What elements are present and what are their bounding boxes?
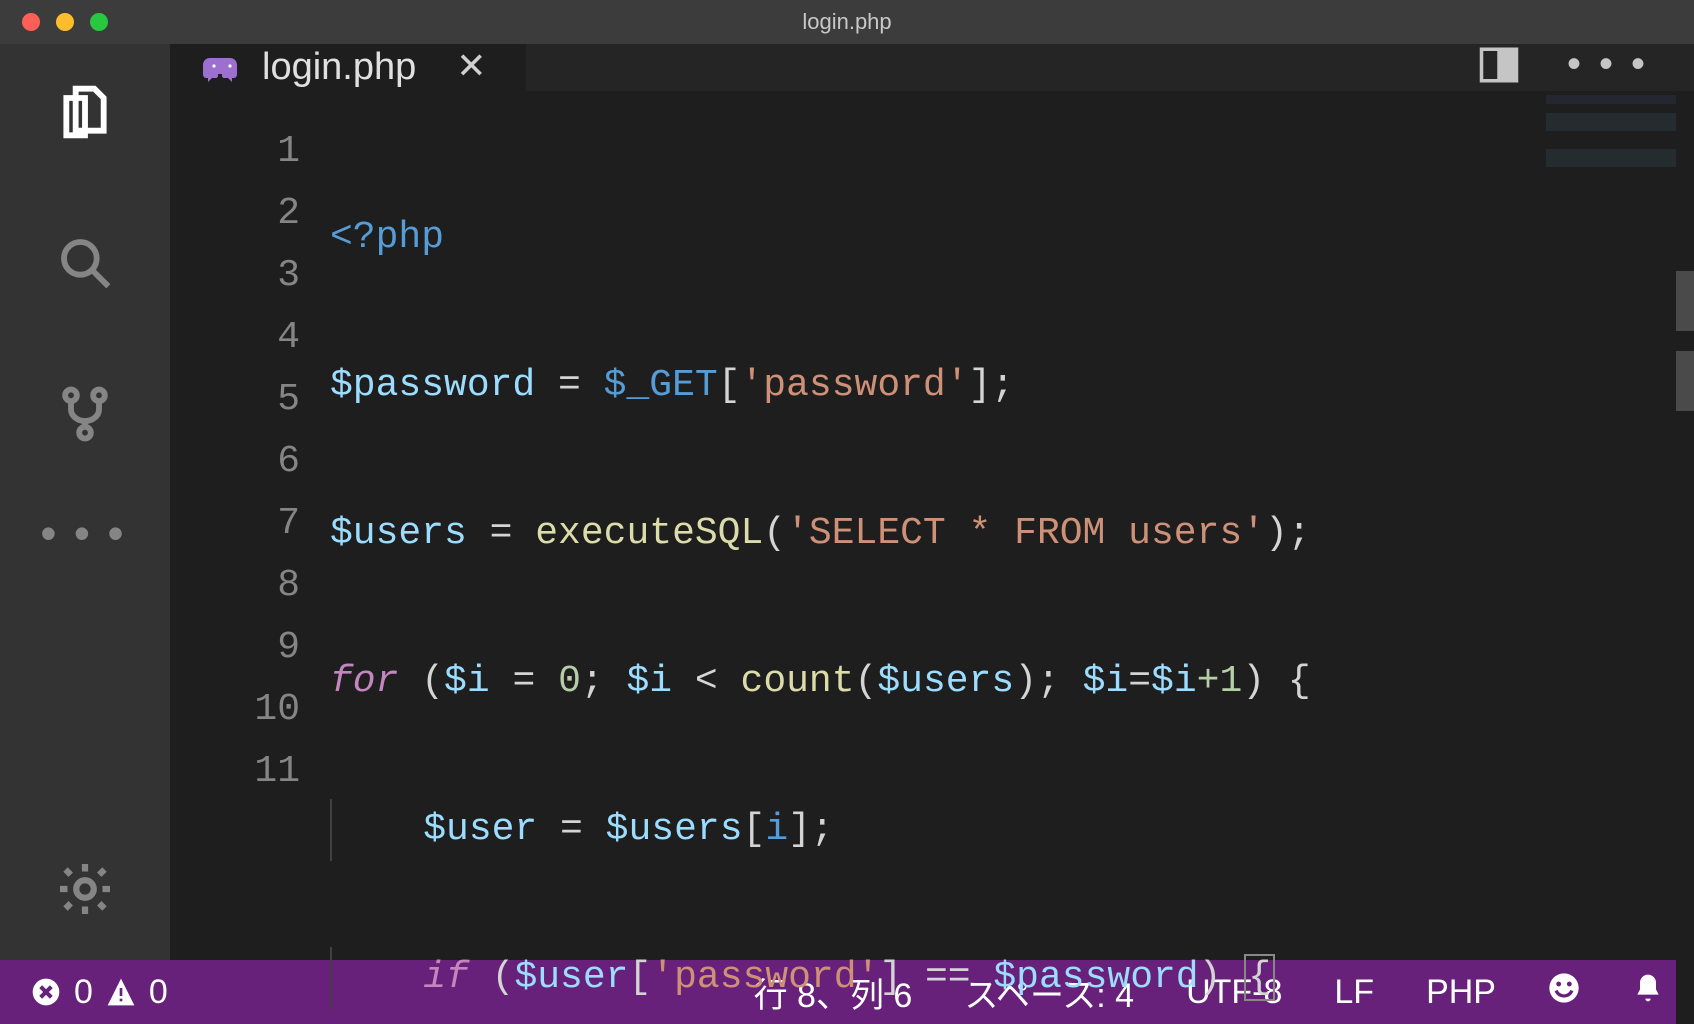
line-number: 10: [170, 679, 300, 741]
zoom-window-icon[interactable]: [90, 13, 108, 31]
search-icon[interactable]: [57, 235, 113, 296]
code-editor[interactable]: 1 2 3 4 5 6 7 8 9 10 11 <?php $password …: [170, 91, 1694, 1024]
php-elephant-icon: [202, 52, 242, 84]
warning-icon: [105, 976, 137, 1008]
line-number: 4: [170, 307, 300, 369]
activity-bar: •••: [0, 44, 170, 960]
split-editor-icon[interactable]: [1478, 44, 1520, 91]
source-control-icon[interactable]: [57, 386, 113, 447]
line-number-gutter: 1 2 3 4 5 6 7 8 9 10 11: [170, 121, 330, 1024]
line-number: 5: [170, 369, 300, 431]
settings-gear-icon[interactable]: [55, 859, 115, 924]
ruler-mark: [1676, 271, 1694, 331]
problems-status[interactable]: 0 0: [30, 973, 168, 1012]
line-number: 1: [170, 121, 300, 183]
tab-bar: login.php ✕ •••: [170, 44, 1694, 91]
overview-ruler[interactable]: [1676, 91, 1694, 1024]
editor-more-icon[interactable]: •••: [1562, 45, 1658, 90]
editor-region: login.php ✕ ••• 1 2 3 4 5 6 7 8 9 10: [170, 44, 1694, 960]
line-number: 2: [170, 183, 300, 245]
error-count: 0: [74, 973, 93, 1012]
code-line[interactable]: $password = $_GET['password'];: [330, 355, 1694, 417]
tab-login-php[interactable]: login.php ✕: [170, 44, 526, 91]
code-line[interactable]: $users = executeSQL('SELECT * FROM users…: [330, 503, 1694, 565]
line-number: 11: [170, 741, 300, 803]
warning-count: 0: [149, 973, 168, 1012]
line-number: 6: [170, 431, 300, 493]
close-tab-icon[interactable]: ✕: [456, 46, 486, 89]
code-line[interactable]: $user = $users[i];: [330, 799, 1694, 861]
close-window-icon[interactable]: [22, 13, 40, 31]
minimize-window-icon[interactable]: [56, 13, 74, 31]
code-lines[interactable]: <?php $password = $_GET['password']; $us…: [330, 121, 1694, 1024]
code-line[interactable]: <?php: [330, 207, 1694, 269]
line-number: 7: [170, 493, 300, 555]
code-line[interactable]: for ($i = 0; $i < count($users); $i=$i+1…: [330, 651, 1694, 713]
ruler-mark: [1676, 351, 1694, 411]
tab-actions: •••: [1478, 44, 1694, 91]
code-line[interactable]: if ($user['password'] == $password) {: [330, 947, 1694, 1009]
tab-label: login.php: [262, 46, 416, 89]
line-number: 3: [170, 245, 300, 307]
main-area: ••• login.php ✕ ••• 1: [0, 44, 1694, 960]
minimap[interactable]: [1546, 95, 1676, 185]
explorer-icon[interactable]: [57, 84, 113, 145]
line-number: 8: [170, 555, 300, 617]
error-icon: [30, 976, 62, 1008]
titlebar: login.php: [0, 0, 1694, 44]
line-number: 9: [170, 617, 300, 679]
window-title: login.php: [802, 9, 891, 35]
window-controls: [0, 13, 108, 31]
